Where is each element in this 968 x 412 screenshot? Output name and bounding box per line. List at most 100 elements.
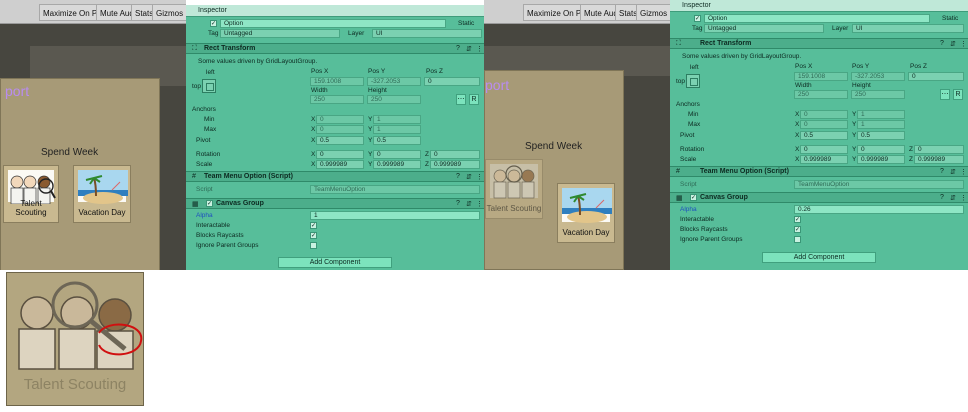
inspector-tab[interactable]: Inspector: [186, 5, 484, 17]
anchor-preset-button[interactable]: [202, 79, 216, 93]
object-name-field[interactable]: Option: [704, 14, 930, 23]
active-checkbox[interactable]: ✓: [694, 15, 701, 22]
card-label: Talent Scouting: [486, 204, 542, 213]
min-label: Min: [688, 111, 699, 118]
rotation-y-field[interactable]: 0: [857, 145, 905, 154]
option-card-talent-scouting[interactable]: Talent Scouting: [3, 165, 59, 223]
canvas-group-enabled-checkbox[interactable]: ✓: [690, 194, 697, 201]
rect-transform-header[interactable]: ⛶ Rect Transform ? ⇵ ⋮: [186, 43, 484, 54]
anchor-preset-side: top: [676, 78, 686, 85]
panel-heading: Spend Week: [41, 147, 99, 158]
rotation-x-field[interactable]: 0: [800, 145, 848, 154]
layer-label: Layer: [832, 25, 849, 32]
menu-icon[interactable]: ⋮: [476, 200, 483, 208]
settings-icon[interactable]: ⇵: [950, 194, 956, 202]
canvas-group-header[interactable]: ▦ ✓ Canvas Group ? ⇵ ⋮: [670, 192, 968, 203]
settings-icon[interactable]: ⇵: [950, 40, 956, 48]
help-icon[interactable]: ?: [456, 200, 460, 207]
gizmos-button[interactable]: Gizmos: [152, 4, 186, 21]
tag-dropdown[interactable]: Untagged: [704, 24, 824, 33]
help-icon[interactable]: ?: [456, 45, 460, 52]
blocks-raycasts-checkbox[interactable]: ✓: [794, 226, 801, 233]
tag-dropdown[interactable]: Untagged: [220, 29, 340, 38]
add-component-button[interactable]: Add Component: [762, 252, 876, 263]
help-icon[interactable]: ?: [940, 194, 944, 201]
ignore-parent-groups-checkbox[interactable]: [794, 236, 801, 243]
menu-icon[interactable]: ⋮: [960, 168, 967, 176]
settings-icon[interactable]: ⇵: [466, 45, 472, 53]
active-checkbox[interactable]: ✓: [210, 20, 217, 27]
scale-y-field[interactable]: 0.999989: [373, 160, 421, 169]
height-label: Height: [368, 87, 387, 94]
pos-z-field[interactable]: 0: [424, 77, 480, 86]
canvas-group-enabled-checkbox[interactable]: ✓: [206, 200, 213, 207]
canvas-group-title: Canvas Group: [216, 200, 264, 207]
anchors-foldout[interactable]: Anchors: [676, 101, 700, 108]
anchor-preset-button[interactable]: [686, 74, 700, 88]
scale-z-field[interactable]: 0.999989: [914, 155, 964, 164]
object-header: ✓ Option Static Tag Untagged Layer UI: [670, 13, 968, 33]
pos-y-field: -327.2053: [367, 77, 421, 86]
menu-icon[interactable]: ⋮: [960, 40, 967, 48]
gizmos-button[interactable]: Gizmos: [636, 4, 670, 21]
pos-z-field[interactable]: 0: [908, 72, 964, 81]
anchor-min-x: 0: [800, 110, 848, 119]
script-label: Script: [196, 186, 213, 193]
script-component-title: Team Menu Option (Script): [204, 173, 293, 180]
pivot-y-field[interactable]: 0.5: [373, 136, 421, 145]
canvas-group-header[interactable]: ▦ ✓ Canvas Group ? ⇵ ⋮: [186, 198, 484, 209]
option-card-talent-scouting[interactable]: Talent Scouting: [485, 159, 543, 219]
pivot-y-field[interactable]: 0.5: [857, 131, 905, 140]
help-icon[interactable]: ?: [940, 40, 944, 47]
inspector-tab[interactable]: Inspector: [670, 0, 968, 12]
raw-edit-button[interactable]: R: [469, 94, 479, 105]
rotation-y-field[interactable]: 0: [373, 150, 421, 159]
blueprint-button[interactable]: ⋯: [456, 94, 466, 105]
option-card-vacation-day[interactable]: Vacation Day: [73, 165, 131, 223]
scale-x-field[interactable]: 0.999989: [800, 155, 848, 164]
y-label: Y: [368, 116, 373, 123]
rotation-z-field[interactable]: 0: [430, 150, 480, 159]
rotation-z-field[interactable]: 0: [914, 145, 964, 154]
pos-x-field: 159.1008: [794, 72, 848, 81]
pivot-x-field[interactable]: 0.5: [316, 136, 364, 145]
menu-icon[interactable]: ⋮: [960, 194, 967, 202]
layer-dropdown[interactable]: UI: [852, 24, 964, 33]
rotation-x-field[interactable]: 0: [316, 150, 364, 159]
script-component-header[interactable]: # Team Menu Option (Script) ? ⇵ ⋮: [670, 166, 968, 177]
ignore-parent-groups-checkbox[interactable]: [310, 242, 317, 249]
settings-icon[interactable]: ⇵: [466, 200, 472, 208]
anchors-foldout[interactable]: Anchors: [192, 106, 216, 113]
help-icon[interactable]: ?: [456, 173, 460, 180]
min-label: Min: [204, 116, 215, 123]
scale-x-field[interactable]: 0.999989: [316, 160, 364, 169]
height-field: 250: [367, 95, 421, 104]
blocks-raycasts-checkbox[interactable]: ✓: [310, 232, 317, 239]
alpha-field[interactable]: 0.26: [794, 205, 964, 214]
script-field: TeamMenuOption: [310, 185, 480, 194]
script-component-header[interactable]: # Team Menu Option (Script) ? ⇵ ⋮: [186, 171, 484, 182]
scale-z-field[interactable]: 0.999989: [430, 160, 480, 169]
interactable-checkbox[interactable]: ✓: [310, 222, 317, 229]
menu-icon[interactable]: ⋮: [476, 173, 483, 181]
rect-transform-title: Rect Transform: [700, 40, 752, 47]
blueprint-button[interactable]: ⋯: [940, 89, 950, 100]
object-name-field[interactable]: Option: [220, 19, 446, 28]
alpha-field[interactable]: 1: [310, 211, 480, 220]
raw-edit-button[interactable]: R: [953, 89, 963, 100]
add-component-button[interactable]: Add Component: [278, 257, 392, 268]
interactable-checkbox[interactable]: ✓: [794, 216, 801, 223]
layer-dropdown[interactable]: UI: [372, 29, 482, 38]
settings-icon[interactable]: ⇵: [466, 173, 472, 181]
pivot-x-field[interactable]: 0.5: [800, 131, 848, 140]
settings-icon[interactable]: ⇵: [950, 168, 956, 176]
y-label: Y: [852, 156, 857, 163]
menu-icon[interactable]: ⋮: [476, 45, 483, 53]
scale-y-field[interactable]: 0.999989: [857, 155, 905, 164]
y-label: Y: [368, 137, 373, 144]
option-card-vacation-day[interactable]: Vacation Day: [557, 183, 615, 243]
help-icon[interactable]: ?: [940, 168, 944, 175]
driven-note: Some values driven by GridLayoutGroup.: [198, 58, 318, 65]
game-view-right: Maximize On Play Mute Audio Stats Gizmos…: [484, 0, 670, 270]
rect-transform-header[interactable]: ⛶ Rect Transform ? ⇵ ⋮: [670, 38, 968, 49]
